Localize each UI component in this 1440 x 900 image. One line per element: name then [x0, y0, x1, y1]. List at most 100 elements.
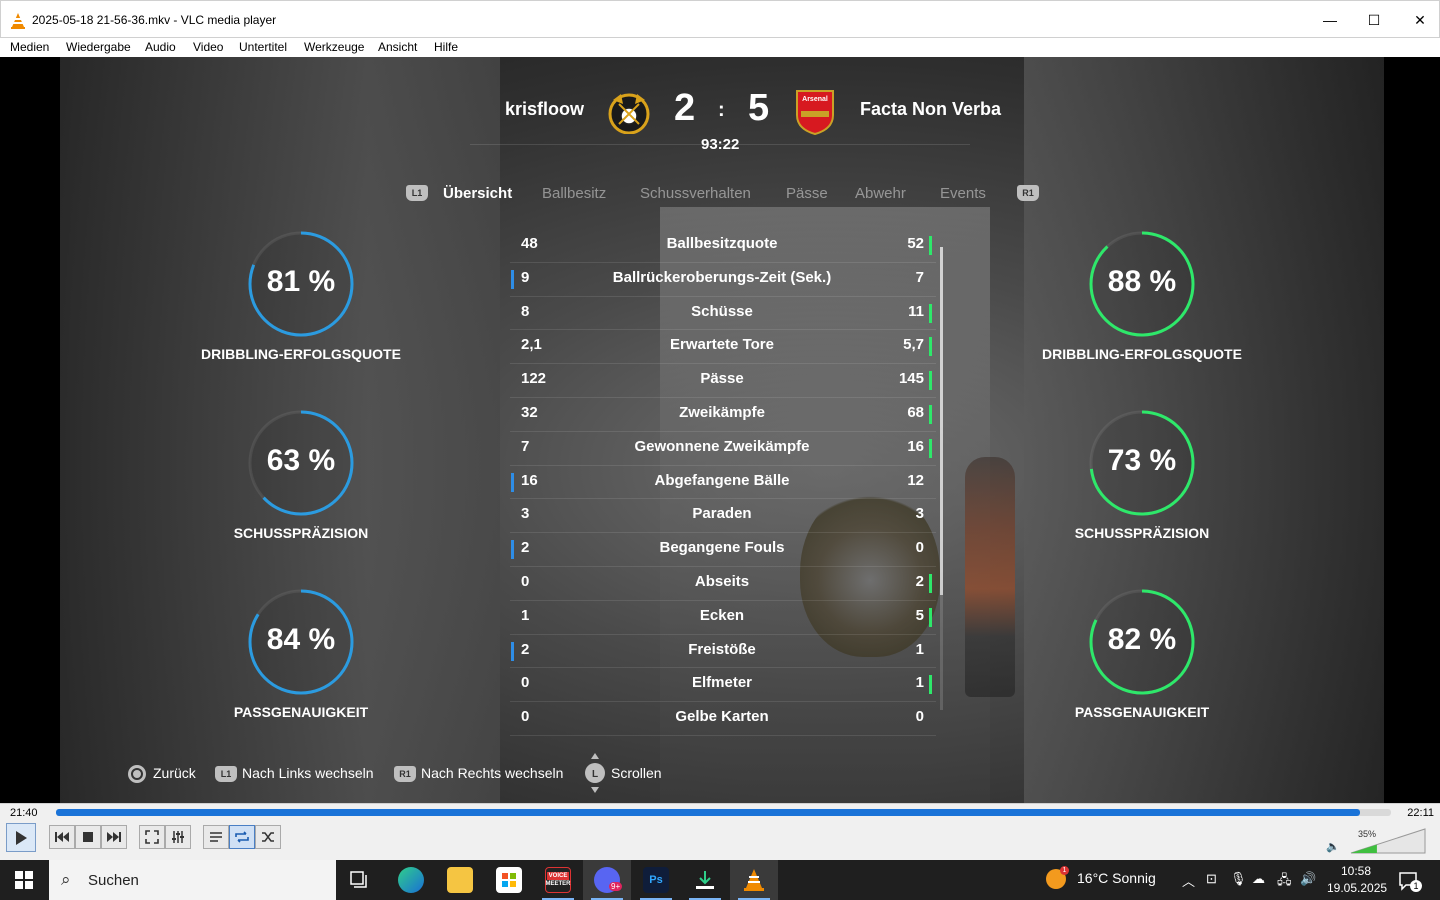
tray-overflow-chevron-icon[interactable]: ︿ — [1182, 871, 1195, 890]
stat-label: Abseits — [694, 572, 750, 590]
home-gauge-label: DRIBBLING-ERFOLGSQUOTE — [201, 346, 401, 362]
windows-taskbar: ⌕ Suchen VOICE MEETER 9+ Ps 1 16°C Sonni… — [0, 860, 1440, 900]
stat-home-value: 2 — [521, 539, 530, 557]
next-button[interactable] — [101, 825, 127, 849]
stat-row: Begangene Fouls 2 0 — [510, 533, 936, 567]
taskbar-store[interactable] — [485, 860, 533, 900]
l1-hint-icon: L1 — [215, 766, 237, 782]
r1-hint-icon: R1 — [394, 766, 416, 782]
stop-button[interactable] — [75, 825, 101, 849]
tab-events[interactable]: Events — [940, 185, 986, 202]
hint-scroll[interactable]: Scrollen — [611, 765, 662, 781]
tab-schussverhalten[interactable]: Schussverhalten — [640, 185, 751, 202]
tunnel-wall-right — [1024, 57, 1384, 803]
minimize-button[interactable]: — — [1307, 1, 1353, 39]
stat-row: Ecken 1 5 — [510, 601, 936, 635]
stick-label: L — [592, 769, 598, 780]
stat-home-value: 2 — [521, 640, 530, 658]
window-titlebar: 2025-05-18 21-56-36.mkv - VLC media play… — [0, 0, 1440, 38]
speaker-icon[interactable]: 🔈 — [1326, 840, 1340, 853]
stat-label: Zweikämpfe — [679, 403, 765, 421]
fullscreen-button[interactable] — [139, 825, 165, 849]
tab-uebersicht[interactable]: Übersicht — [443, 185, 512, 202]
weather-badge: 1 — [1060, 866, 1069, 875]
tab-ballbesitz[interactable]: Ballbesitz — [542, 185, 606, 202]
score-separator: : — [718, 99, 725, 121]
stat-away-value: 68 — [907, 403, 924, 421]
loop-button[interactable] — [229, 825, 255, 849]
menu-medien[interactable]: Medien — [10, 40, 49, 54]
taskbar-search[interactable]: ⌕ Suchen — [49, 860, 336, 900]
hint-prev-tab[interactable]: Nach Links wechseln — [242, 765, 374, 781]
start-button[interactable] — [0, 860, 48, 900]
hint-back[interactable]: Zurück — [153, 765, 196, 781]
away-gauge-label: PASSGENAUIGKEIT — [1074, 704, 1210, 720]
stat-home-value: 32 — [521, 403, 538, 421]
folder-icon — [447, 867, 473, 893]
shuffle-icon — [262, 832, 274, 842]
stat-home-value: 9 — [521, 268, 530, 286]
stat-row: Ballbesitzquote 48 52 — [510, 229, 936, 263]
taskbar-voicemeeter[interactable]: VOICE MEETER — [534, 860, 582, 900]
stat-home-value: 2,1 — [521, 336, 542, 354]
stat-home-value: 8 — [521, 302, 530, 320]
menu-untertitel[interactable]: Untertitel — [239, 40, 287, 54]
taskbar-edge[interactable] — [387, 860, 435, 900]
tray-cloud-icon[interactable]: ☁ — [1252, 871, 1265, 887]
task-view-button[interactable] — [336, 860, 384, 900]
taskbar-time[interactable]: 10:58 — [1341, 864, 1371, 878]
stats-scrollbar-track[interactable] — [940, 595, 943, 710]
r1-button-icon[interactable]: R1 — [1017, 185, 1039, 201]
menu-audio[interactable]: Audio — [145, 40, 176, 54]
l1-button-icon[interactable]: L1 — [406, 185, 428, 201]
away-gauge-value: 88 % — [1107, 265, 1177, 298]
stat-label: Ecken — [699, 606, 745, 624]
stat-home-value: 16 — [521, 471, 538, 489]
menu-werkzeuge[interactable]: Werkzeuge — [304, 40, 364, 54]
shuffle-button[interactable] — [255, 825, 281, 849]
taskbar-date[interactable]: 19.05.2025 — [1327, 881, 1387, 895]
tab-paesse[interactable]: Pässe — [786, 185, 828, 202]
video-area[interactable]: krisfloow 2 : 5 Arsenal Facta Non Verba … — [0, 57, 1440, 803]
left-stick-icon: L — [585, 753, 605, 793]
stat-away-value: 5 — [915, 606, 924, 624]
stat-away-value: 7 — [915, 268, 924, 286]
hint-next-tab[interactable]: Nach Rechts wechseln — [421, 765, 563, 781]
seek-bar-progress — [56, 809, 1361, 816]
menu-hilfe[interactable]: Hilfe — [434, 40, 458, 54]
menu-video[interactable]: Video — [193, 40, 223, 54]
menu-ansicht[interactable]: Ansicht — [378, 40, 417, 54]
extended-settings-button[interactable] — [165, 825, 191, 849]
vlc-icon — [744, 869, 764, 891]
menu-wiedergabe[interactable]: Wiedergabe — [66, 40, 131, 54]
taskbar-discord[interactable]: 9+ — [583, 860, 631, 900]
stat-away-value: 0 — [915, 708, 924, 726]
window-title: 2025-05-18 21-56-36.mkv - VLC media play… — [32, 13, 277, 27]
stats-scrollbar-thumb[interactable] — [940, 247, 943, 595]
play-icon — [16, 830, 27, 845]
weather-text[interactable]: 16°C Sonnig — [1077, 870, 1156, 886]
tray-microphone-icon[interactable]: 🎙 — [1230, 871, 1247, 887]
stats-table[interactable]: Ballbesitzquote 48 52 Ballrückeroberungs-Ze… — [510, 229, 936, 736]
away-gauge-label: DRIBBLING-ERFOLGSQUOTE — [1042, 346, 1242, 362]
voicemeeter-label-top: VOICE — [546, 872, 570, 880]
tray-network-icon[interactable]: 🖧 — [1277, 871, 1292, 893]
tab-abwehr[interactable]: Abwehr — [855, 185, 906, 202]
close-button[interactable]: ✕ — [1397, 1, 1440, 39]
taskbar-vlc[interactable] — [730, 860, 778, 900]
home-gauge-value: 81 % — [266, 265, 336, 298]
photoshop-icon: Ps — [643, 867, 669, 893]
fullscreen-icon — [145, 830, 159, 844]
seek-bar[interactable] — [56, 809, 1391, 816]
play-button[interactable] — [6, 823, 36, 852]
taskbar-photoshop[interactable]: Ps — [632, 860, 680, 900]
maximize-button[interactable]: ☐ — [1351, 1, 1397, 39]
taskbar-downloader[interactable] — [681, 860, 729, 900]
tray-meet-icon[interactable]: ⊡ — [1206, 871, 1217, 887]
scoreboard: krisfloow 2 : 5 Arsenal Facta Non Verba … — [0, 57, 1440, 157]
playlist-button[interactable] — [203, 825, 229, 849]
stat-row: Erwartete Tore 2,1 5,7 — [510, 330, 936, 365]
tray-volume-icon[interactable]: 🔊 — [1300, 871, 1316, 887]
previous-button[interactable] — [49, 825, 75, 849]
taskbar-explorer[interactable] — [436, 860, 484, 900]
